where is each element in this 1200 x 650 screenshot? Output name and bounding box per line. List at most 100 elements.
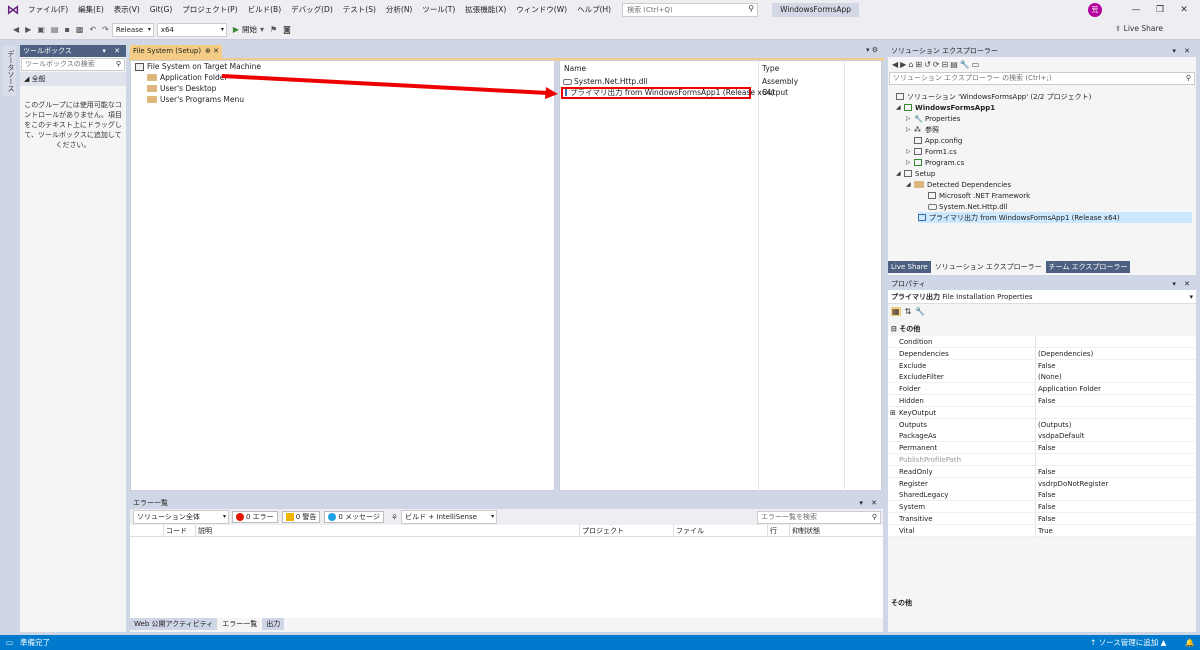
property-row[interactable]: SharedLegacy False	[888, 489, 1196, 502]
property-row[interactable]: PackageAs vsdpaDefault	[888, 430, 1196, 443]
property-row[interactable]: Permanent False	[888, 442, 1196, 455]
global-search-input[interactable]: 検索 (Ctrl+Q) ⚲	[622, 3, 759, 17]
tree-node-project[interactable]: ◢ WindowsFormsApp1	[896, 102, 995, 113]
tree-node-setup[interactable]: ◢ Setup	[896, 168, 935, 179]
back-icon[interactable]: ◀	[892, 60, 900, 69]
tree-node-form1[interactable]: ▷ Form1.cs	[906, 146, 957, 157]
menu-tools[interactable]: ツール(T)	[417, 0, 460, 20]
save-all-icon[interactable]: ▩	[73, 25, 87, 34]
errors-filter-button[interactable]: 0 エラー	[232, 511, 278, 523]
refresh-icon[interactable]: ⟳	[933, 60, 942, 69]
maximize-icon[interactable]: ❐	[1148, 0, 1172, 20]
property-category[interactable]: ⊟ その他	[888, 324, 1196, 335]
column-header-name[interactable]: Name	[564, 64, 586, 73]
property-value[interactable]: False	[1038, 501, 1056, 513]
tree-node-detected-dependencies[interactable]: ◢ Detected Dependencies	[906, 179, 1011, 190]
menu-help[interactable]: ヘルプ(H)	[572, 0, 616, 20]
property-value[interactable]: False	[1038, 466, 1056, 478]
menu-git[interactable]: Git(G)	[145, 0, 178, 20]
undo-icon[interactable]: ↶	[86, 25, 99, 34]
property-row[interactable]: Condition	[888, 336, 1196, 348]
property-value[interactable]: True	[1038, 525, 1053, 537]
tree-node-primary-output[interactable]: プライマリ出力 from WindowsFormsApp1 (Release x…	[918, 212, 1192, 223]
menu-build[interactable]: ビルド(B)	[243, 0, 287, 20]
expand-icon[interactable]: ⊞	[890, 407, 896, 419]
toolbox-group-general[interactable]: ◢ 全般	[20, 72, 126, 86]
notifications-icon[interactable]: 🔔	[1185, 635, 1194, 650]
preview-icon[interactable]: ▭	[972, 60, 982, 69]
avatar[interactable]: 荒	[1088, 3, 1102, 17]
tab-solution-explorer[interactable]: ソリューション エクスプローラー	[931, 261, 1045, 273]
property-value[interactable]: vsdrpDoNotRegister	[1038, 478, 1108, 490]
browser-link-icon[interactable]: ⚑	[267, 25, 280, 34]
column-header-type[interactable]: Type	[762, 64, 779, 73]
tab-live-share[interactable]: Live Share	[888, 261, 931, 273]
messages-filter-button[interactable]: 0 メッセージ	[324, 511, 384, 523]
platform-select[interactable]: x64 ▾	[156, 22, 227, 37]
property-row[interactable]: Register vsdrpDoNotRegister	[888, 477, 1196, 490]
column-header-file[interactable]: ファイル	[676, 526, 704, 536]
column-header-description[interactable]: 説明	[198, 526, 212, 536]
close-icon[interactable]: ⊕ ✕	[205, 45, 219, 58]
property-value[interactable]: (None)	[1038, 371, 1062, 383]
property-row[interactable]: Hidden False	[888, 395, 1196, 407]
sync-icon[interactable]: ↺	[924, 60, 933, 69]
screenshot-icon[interactable]: ◙	[280, 25, 294, 34]
column-header-project[interactable]: プロジェクト	[582, 526, 624, 536]
tab-web-publish[interactable]: Web 公開アクティビティ	[130, 618, 218, 630]
new-project-icon[interactable]: ▣	[34, 25, 48, 34]
configuration-select[interactable]: Release ▾	[111, 22, 154, 37]
build-filter-select[interactable]: ビルド + IntelliSense ▾	[401, 510, 498, 524]
property-row[interactable]: Dependencies (Dependencies)	[888, 347, 1196, 360]
filter-icon[interactable]: ⚘	[388, 513, 401, 522]
data-sources-tab[interactable]: データソース	[3, 46, 16, 96]
column-header-suppression[interactable]: 抑制状態	[792, 526, 820, 536]
tab-file-system-setup[interactable]: File System (Setup) ⊕ ✕	[130, 45, 222, 58]
properties-icon[interactable]: 🔧	[960, 60, 972, 69]
alphabetical-icon[interactable]: ⇅	[905, 307, 912, 316]
live-share-button[interactable]: ⇪ Live Share	[1115, 24, 1163, 33]
back-icon[interactable]: ◀	[10, 25, 22, 34]
close-icon[interactable]: ✕	[1172, 0, 1196, 20]
property-value[interactable]: False	[1038, 395, 1056, 407]
property-row[interactable]: PublishProfilePath	[888, 454, 1196, 466]
solution-search-input[interactable]: ソリューション エクスプローラー の検索 (Ctrl+;) ⚲	[889, 72, 1195, 85]
menu-debug[interactable]: デバッグ(D)	[286, 0, 338, 20]
tree-node-properties[interactable]: ▷ 🔧 Properties	[906, 113, 960, 124]
pin-icon[interactable]: ▾ ✕	[1172, 45, 1193, 57]
property-row[interactable]: Exclude False	[888, 359, 1196, 372]
menu-edit[interactable]: 編集(E)	[73, 0, 109, 20]
pin-icon[interactable]: ▾ ✕	[859, 497, 880, 509]
property-row[interactable]: System False	[888, 501, 1196, 514]
property-value[interactable]: False	[1038, 360, 1056, 372]
property-row[interactable]: Outputs (Outputs)	[888, 418, 1196, 431]
property-value[interactable]: (Outputs)	[1038, 419, 1071, 431]
tree-node-references[interactable]: ▷ ⁂ 参照	[906, 124, 939, 135]
menu-view[interactable]: 表示(V)	[109, 0, 145, 20]
save-icon[interactable]: ▪	[61, 25, 72, 34]
error-list-search-input[interactable]: エラー一覧を検索 ⚲	[757, 511, 881, 524]
menu-file[interactable]: ファイル(F)	[23, 0, 73, 20]
pin-icon[interactable]: ▾ ✕	[1172, 278, 1193, 290]
menu-analyze[interactable]: 分析(N)	[381, 0, 417, 20]
tree-node-dotnet-framework[interactable]: Microsoft .NET Framework	[928, 190, 1030, 201]
menu-test[interactable]: テスト(S)	[338, 0, 381, 20]
column-header-line[interactable]: 行	[770, 526, 777, 536]
list-item[interactable]: System.Net.Http.dll Assembly	[563, 76, 883, 87]
list-item[interactable]: プライマリ出力 from WindowsFormsApp1 (Release x…	[561, 86, 881, 99]
minimize-icon[interactable]: —	[1124, 0, 1148, 20]
forward-icon[interactable]: ▶	[900, 60, 908, 69]
add-to-source-control-button[interactable]: ↑ ソース管理に追加 ▲	[1090, 635, 1166, 650]
forward-icon[interactable]: ▶	[22, 25, 34, 34]
properties-object-select[interactable]: プライマリ出力 File Installation Properties ▾	[888, 290, 1196, 304]
property-value[interactable]: (Dependencies)	[1038, 348, 1093, 360]
property-value[interactable]: Application Folder	[1038, 383, 1101, 395]
tree-node-application-folder[interactable]: Application Folder	[147, 73, 227, 82]
property-value[interactable]: False	[1038, 489, 1056, 501]
start-icon[interactable]: ▶	[230, 25, 242, 34]
pin-icon[interactable]: ▾ ✕	[102, 45, 123, 57]
start-button[interactable]: 開始	[242, 24, 257, 35]
open-icon[interactable]: ▤	[48, 25, 62, 34]
tree-node-program[interactable]: ▷ Program.cs	[906, 157, 964, 168]
tab-error-list[interactable]: エラー一覧	[218, 618, 262, 630]
